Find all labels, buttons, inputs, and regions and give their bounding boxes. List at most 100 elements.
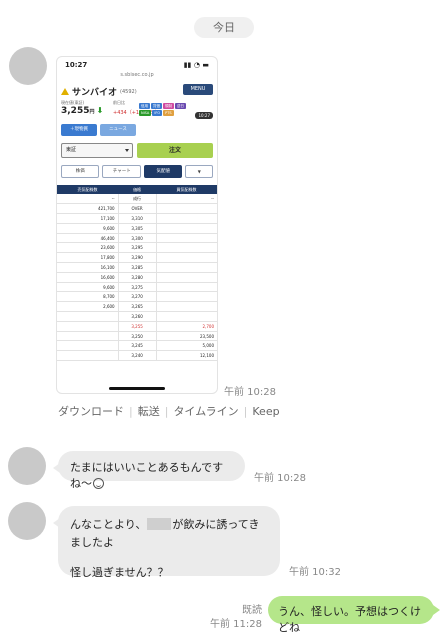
board-row: -- 成行 -- xyxy=(57,194,217,205)
price-cell: 3,290 xyxy=(117,252,157,264)
stock-code: (4592) xyxy=(120,89,137,95)
board-row: 16,100 3,285 xyxy=(57,262,217,273)
sell-qty-cell: 46,400 xyxy=(57,233,119,244)
order-row: 東証 注文 xyxy=(57,140,217,162)
board-row: 2,600 3,265 xyxy=(57,301,217,313)
redacted-name xyxy=(147,518,172,530)
buy-qty-cell xyxy=(156,242,217,254)
avatar[interactable] xyxy=(8,502,46,540)
avatar[interactable] xyxy=(8,447,46,485)
sell-qty-cell xyxy=(57,350,119,362)
price-cell: 3,285 xyxy=(117,262,157,273)
board-row: 9,600 3,275 xyxy=(57,282,217,293)
read-receipt: 既読 xyxy=(242,605,262,616)
buy-qty-cell xyxy=(156,262,217,273)
url-bar: s.sbisec.co.jp xyxy=(120,72,154,78)
message-line-2: 怪し過ぎません？？ xyxy=(70,566,169,579)
price-cell: 成行 xyxy=(117,194,157,205)
board-row: 16,600 3,280 xyxy=(57,272,217,283)
buy-qty-cell: 12,100 xyxy=(156,350,217,362)
price-cell: 3,295 xyxy=(117,242,157,254)
forward-link[interactable]: 転送 xyxy=(138,403,160,419)
tag-row: 信用 貸借 規制 逆日 NISA IFO PTS xyxy=(139,103,186,116)
message-bubble[interactable]: んなことより、 が飲みに誘ってきましたよ 怪し過ぎません？？ xyxy=(53,506,280,579)
message-time: 午前 10:32 xyxy=(289,567,341,578)
sell-qty-cell: 16,100 xyxy=(57,262,119,273)
sell-qty-cell xyxy=(57,311,119,322)
buy-qty-cell: -- xyxy=(156,194,217,205)
board-row: 23,600 3,295 xyxy=(57,242,217,254)
stock-header: サンバイオ (4592) MENU xyxy=(57,82,217,100)
price-cell: 3,310 xyxy=(117,213,157,224)
smile-emoji-icon xyxy=(93,478,104,489)
time-badge: 10:27 xyxy=(195,112,213,119)
buy-qty-cell xyxy=(156,213,217,224)
screenshot-tabs: 株価 チャート 気配値 ▼ xyxy=(57,162,217,182)
market-select: 東証 xyxy=(61,143,133,158)
board-row: 3,260 xyxy=(57,311,217,322)
message-line-1: んなことより、 が飲みに誘ってきましたよ xyxy=(70,518,260,549)
board-row: 8,700 3,270 xyxy=(57,291,217,303)
price-cell: 3,245 xyxy=(117,340,157,352)
board-row: 3,245 5,000 xyxy=(57,340,217,352)
price-cell: 3,270 xyxy=(117,291,157,303)
status-time: 10:27 xyxy=(65,60,88,69)
current-price: 3,255円 ⬇ xyxy=(61,106,104,116)
board-row: 9,600 3,305 xyxy=(57,223,217,234)
sell-qty-cell xyxy=(57,340,119,352)
stock-name: サンバイオ xyxy=(72,87,118,98)
board-row: 46,400 3,300 xyxy=(57,233,217,244)
buy-qty-cell xyxy=(156,223,217,234)
order-board: 売気配株数 価格 買気配株数 -- 成行 -- 421,700 OVER 17,100 3,… xyxy=(57,185,217,362)
price-cell: OVER xyxy=(117,203,157,215)
board-header: 買気配株数 xyxy=(156,185,217,194)
price-cell: 3,240 xyxy=(117,350,157,362)
sell-qty-cell: 9,600 xyxy=(57,282,119,293)
sell-qty-cell xyxy=(57,331,119,342)
keep-link[interactable]: Keep xyxy=(252,405,279,418)
buy-qty-cell xyxy=(156,282,217,293)
board-header: 売気配株数 xyxy=(57,185,119,194)
buy-qty-cell: 5,000 xyxy=(156,340,217,352)
menu-button: MENU xyxy=(183,84,213,95)
sell-qty-cell: 23,600 xyxy=(57,242,119,254)
tab-chart: チャート xyxy=(102,165,141,178)
buy-button: ＋現物買 xyxy=(61,124,97,136)
sell-qty-cell: 17,100 xyxy=(57,213,119,224)
buy-qty-cell xyxy=(156,233,217,244)
avatar[interactable] xyxy=(9,47,47,85)
sell-qty-cell: 8,700 xyxy=(57,291,119,303)
sent-message-text: うん、怪しい。予想はつくけどね xyxy=(278,605,421,634)
message-bubble[interactable]: たまにはいいことあるもんですね～ xyxy=(53,451,245,490)
buy-qty-cell: 23,500 xyxy=(156,331,217,342)
board-row: 17,800 3,290 xyxy=(57,252,217,264)
phone-status-bar: 10:27 ▮▮ ◔ ▬ xyxy=(57,57,217,72)
sent-message-bubble[interactable]: うん、怪しい。予想はつくけどね xyxy=(268,596,440,634)
board-row: 3,250 23,500 xyxy=(57,331,217,342)
price-row: 現在値(東証) 3,255円 ⬇ 前日比 +434（+15.38%） 信用 貸借 … xyxy=(57,100,217,122)
price-cell: 3,255 xyxy=(117,321,157,332)
sell-qty-cell: 421,700 xyxy=(57,203,119,215)
price-cell: 3,305 xyxy=(117,223,157,234)
home-indicator xyxy=(109,387,165,390)
price-cell: 3,300 xyxy=(117,233,157,244)
price-cell: 3,265 xyxy=(117,301,157,313)
buy-qty-cell xyxy=(156,291,217,303)
action-buttons: ＋現物買 ニュース xyxy=(57,122,217,140)
date-separator: 今日 xyxy=(194,17,254,38)
download-link[interactable]: ダウンロード xyxy=(58,403,124,419)
sell-qty-cell: -- xyxy=(57,194,119,205)
timeline-link[interactable]: タイムライン xyxy=(173,403,238,419)
sell-qty-cell: 17,800 xyxy=(57,252,119,264)
sell-qty-cell: 9,600 xyxy=(57,223,119,234)
signal-icon: ▮▮ ◔ ▬ xyxy=(183,60,209,69)
tab-dropdown: ▼ xyxy=(185,165,213,178)
board-row: 3,255 2,700 xyxy=(57,321,217,332)
price-cell: 3,280 xyxy=(117,272,157,283)
order-button: 注文 xyxy=(137,143,213,158)
buy-qty-cell xyxy=(156,203,217,215)
price-cell: 3,260 xyxy=(117,311,157,322)
buy-qty-cell xyxy=(156,301,217,313)
image-message[interactable]: 10:27 ▮▮ ◔ ▬ s.sbisec.co.jp サンバイオ (4592)… xyxy=(56,56,218,394)
buy-qty-cell xyxy=(156,311,217,322)
